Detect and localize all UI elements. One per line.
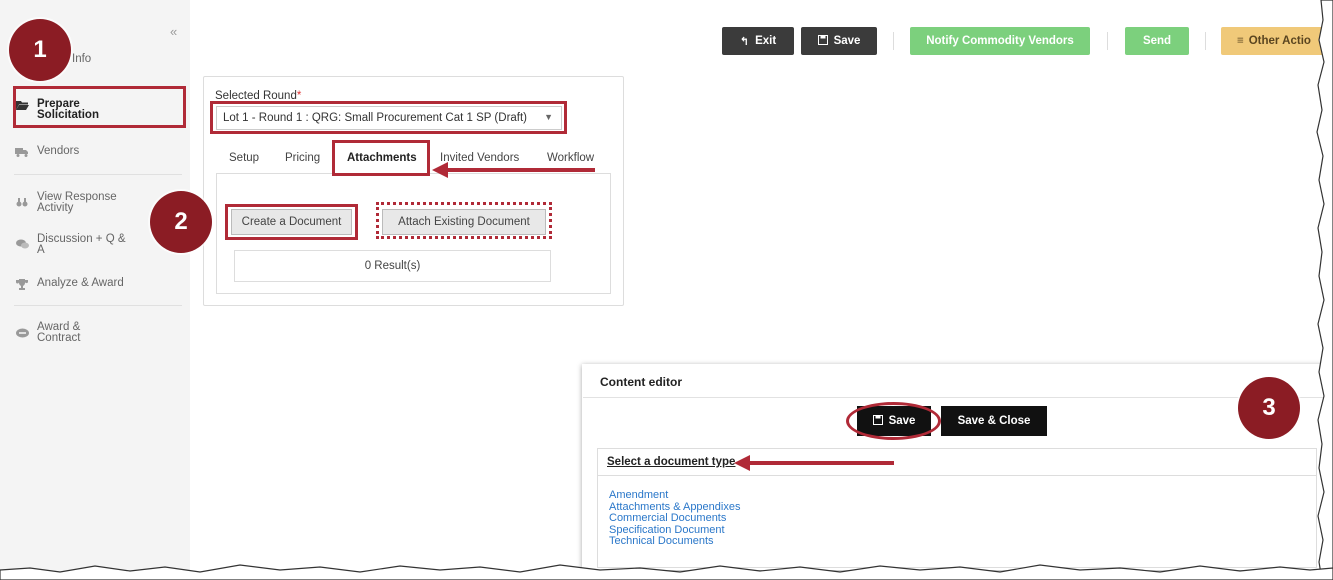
arrow-to-document-type	[734, 455, 894, 471]
sidebar-item-label: Discussion + Q &	[37, 233, 126, 245]
step-callout-1: 1	[9, 19, 71, 81]
highlight-attachments-tab	[332, 140, 430, 176]
sidebar-divider	[14, 305, 182, 306]
sidebar-item-label: Info	[72, 53, 92, 65]
doc-type-link-commercial-documents[interactable]: Commercial Documents	[609, 512, 740, 525]
sidebar-divider	[14, 174, 182, 175]
highlight-attach-existing	[376, 202, 552, 239]
arrow-to-attachments-tab	[432, 162, 595, 178]
exit-button[interactable]: ↰ Exit	[722, 27, 794, 55]
tab-setup[interactable]: Setup	[229, 152, 259, 164]
document-type-title: Select a document type	[607, 456, 736, 468]
sidebar-item-label: Vendors	[37, 145, 80, 157]
sidebar-item-vendors[interactable]: Vendors	[14, 145, 80, 158]
comments-icon	[14, 238, 30, 250]
step-callout-3: 3	[1238, 377, 1300, 439]
sidebar-item-view-response-activity[interactable]: View Response Activity	[14, 191, 117, 214]
sidebar-item-analyze-award[interactable]: Analyze & Award	[14, 277, 124, 290]
highlight-create-document	[225, 204, 358, 240]
tab-pricing[interactable]: Pricing	[285, 152, 320, 164]
menu-icon: ≡	[1237, 35, 1244, 47]
sidebar-item-label-line2: Activity	[37, 202, 74, 214]
highlight-prepare-solicitation	[13, 86, 186, 128]
save-button-label: Save	[833, 35, 861, 47]
toolbar-divider	[893, 32, 894, 50]
highlight-editor-save	[846, 402, 941, 440]
doc-type-link-technical-documents[interactable]: Technical Documents	[609, 535, 740, 548]
sidebar-item-discussion[interactable]: Discussion + Q & A	[14, 233, 126, 256]
sidebar-item-label-line2: Contract	[37, 332, 81, 344]
editor-save-close-button[interactable]: Save & Close	[941, 406, 1047, 436]
save-button[interactable]: Save	[801, 27, 877, 55]
results-count: 0 Result(s)	[234, 250, 551, 282]
document-type-list: Amendment Attachments & Appendixes Comme…	[609, 489, 740, 548]
notify-commodity-vendors-button[interactable]: Notify Commodity Vendors	[910, 27, 1090, 55]
sidebar-item-award-contract[interactable]: Award & Contract	[14, 321, 81, 344]
other-actions-label: Other Actio	[1248, 35, 1311, 47]
binoculars-icon	[14, 196, 30, 208]
truck-icon	[14, 146, 30, 158]
exit-button-label: Exit	[755, 35, 777, 47]
sidebar-item-label: Analyze & Award	[37, 277, 124, 289]
step-callout-2: 2	[150, 191, 212, 253]
content-editor-title: Content editor	[600, 375, 682, 389]
send-button[interactable]: Send	[1125, 27, 1189, 55]
toolbar-divider	[1107, 32, 1108, 50]
highlight-selected-round	[210, 101, 567, 134]
toolbar-divider	[1205, 32, 1206, 50]
floppy-disk-icon	[817, 34, 828, 48]
sidebar-item-label-line2: A	[37, 244, 45, 256]
collapse-sidebar-button[interactable]: «	[170, 24, 177, 39]
content-editor-divider	[583, 397, 1326, 398]
sidebar-item-info[interactable]: Info	[72, 53, 92, 65]
trophy-icon	[14, 278, 30, 290]
torn-edge-bottom	[0, 564, 1333, 580]
torn-edge-right	[1316, 0, 1333, 580]
reply-icon: ↰	[739, 35, 750, 48]
doc-type-link-amendment[interactable]: Amendment	[609, 489, 740, 502]
handshake-icon	[14, 327, 30, 339]
